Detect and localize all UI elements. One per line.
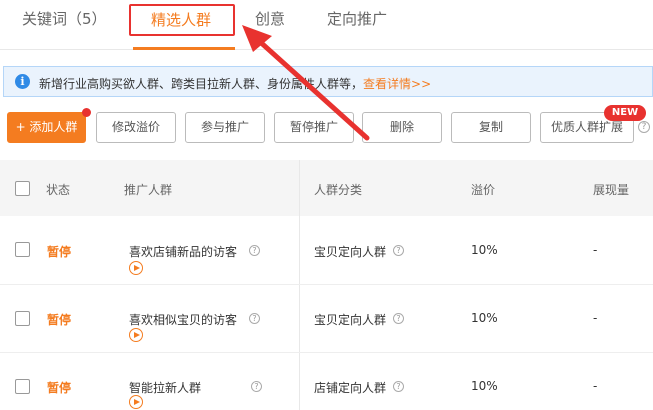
row-premium[interactable]: 10% <box>471 311 498 325</box>
join-promotion-button[interactable]: 参与推广 <box>185 112 265 143</box>
column-divider <box>299 160 300 410</box>
row-checkbox[interactable] <box>15 379 30 394</box>
row-impressions: - <box>593 243 598 257</box>
tab-targeted-promotion[interactable]: 定向推广 <box>327 8 387 29</box>
header-premium: 溢价 <box>471 183 496 197</box>
pause-promotion-button[interactable]: 暂停推广 <box>274 112 354 143</box>
modify-premium-button[interactable]: 修改溢价 <box>96 112 176 143</box>
help-icon[interactable]: ? <box>393 381 404 392</box>
delete-button[interactable]: 删除 <box>362 112 442 143</box>
play-icon[interactable] <box>129 395 143 409</box>
copy-button[interactable]: 复制 <box>451 112 531 143</box>
header-crowd: 推广人群 <box>124 183 173 197</box>
header-status: 状态 <box>46 183 71 197</box>
row-category: 宝贝定向人群 <box>314 245 387 259</box>
tab-highlight-box <box>129 4 235 36</box>
row-premium[interactable]: 10% <box>471 379 498 393</box>
info-banner: i 新增行业高购买欲人群、跨类目拉新人群、身份属性人群等，查看详情>> <box>3 66 653 97</box>
help-icon[interactable]: ? <box>638 121 650 133</box>
add-crowd-button[interactable]: + 添加人群 <box>7 112 86 143</box>
row-status[interactable]: 暂停 <box>47 379 71 396</box>
active-tab-underline <box>133 47 235 50</box>
help-icon[interactable]: ? <box>251 381 262 392</box>
row-impressions: - <box>593 311 598 325</box>
row-category: 宝贝定向人群 <box>314 313 387 327</box>
row-status[interactable]: 暂停 <box>47 311 71 328</box>
row-checkbox[interactable] <box>15 242 30 257</box>
tab-keywords[interactable]: 关键词（5） <box>22 8 107 29</box>
new-badge: NEW <box>604 105 646 121</box>
help-icon[interactable]: ? <box>393 245 404 256</box>
table-header: 状态 推广人群 人群分类 溢价 展现量 <box>0 160 653 216</box>
row-impressions: - <box>593 379 598 393</box>
info-icon: i <box>15 74 30 89</box>
row-divider <box>0 284 653 285</box>
row-crowd-name: 喜欢相似宝贝的访客 <box>129 313 238 327</box>
tab-bar: 关键词（5） 精选人群 创意 定向推广 <box>0 0 653 50</box>
row-divider <box>0 352 653 353</box>
help-icon[interactable]: ? <box>393 313 404 324</box>
banner-message: 新增行业高购买欲人群、跨类目拉新人群、身份属性人群等， <box>39 77 364 91</box>
banner-text: 新增行业高购买欲人群、跨类目拉新人群、身份属性人群等，查看详情>> <box>39 75 431 92</box>
select-all-checkbox[interactable] <box>15 181 30 196</box>
row-checkbox[interactable] <box>15 311 30 326</box>
row-crowd-name: 智能拉新人群 <box>129 381 202 395</box>
row-premium[interactable]: 10% <box>471 243 498 257</box>
notification-dot <box>82 108 91 117</box>
row-status[interactable]: 暂停 <box>47 243 71 260</box>
play-icon[interactable] <box>129 328 143 342</box>
row-crowd-name: 喜欢店铺新品的访客 <box>129 245 238 259</box>
row-category: 店铺定向人群 <box>314 381 387 395</box>
help-icon[interactable]: ? <box>249 313 260 324</box>
help-icon[interactable]: ? <box>249 245 260 256</box>
header-category: 人群分类 <box>314 183 363 197</box>
play-icon[interactable] <box>129 261 143 275</box>
view-details-link[interactable]: 查看详情>> <box>363 77 431 91</box>
tab-creative[interactable]: 创意 <box>255 8 285 29</box>
header-impressions: 展现量 <box>593 183 630 197</box>
